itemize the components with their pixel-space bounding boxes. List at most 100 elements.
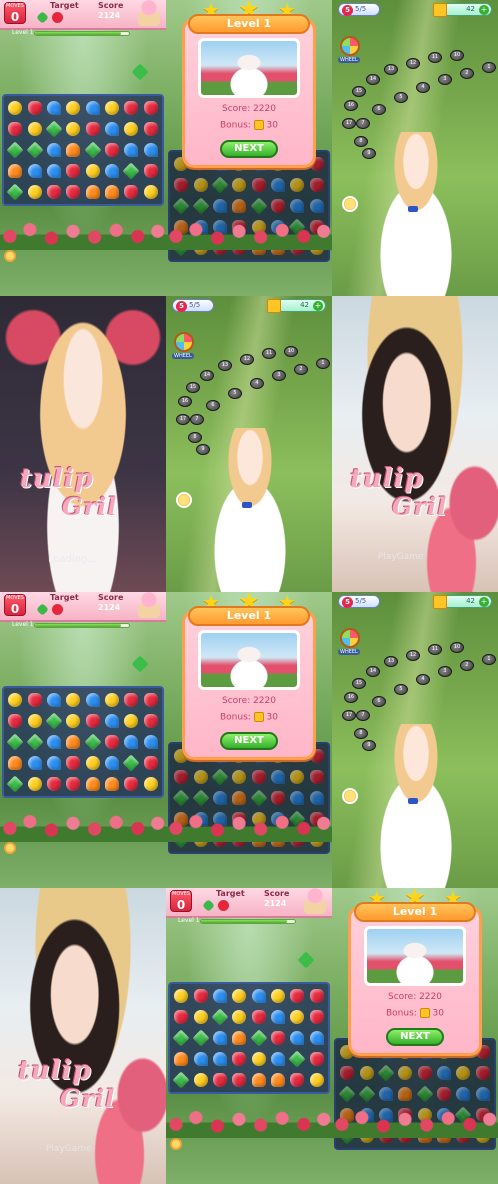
level-node[interactable]: 5 [394, 684, 408, 695]
gem-tile[interactable] [172, 1049, 190, 1069]
gem-tile[interactable] [6, 753, 24, 773]
gem-tile[interactable] [25, 98, 43, 118]
gem-tile[interactable] [142, 119, 160, 139]
gem-tile[interactable] [84, 140, 102, 160]
gem-tile[interactable] [288, 1049, 306, 1069]
gem-tile[interactable] [6, 98, 24, 118]
gem-tile[interactable] [64, 711, 82, 731]
gem-tile[interactable] [142, 774, 160, 794]
gem-tile[interactable] [288, 1028, 306, 1048]
level-node[interactable]: 4 [250, 378, 264, 389]
level-node[interactable]: 4 [416, 674, 430, 685]
gem-tile[interactable] [250, 1070, 268, 1090]
gem-tile[interactable] [6, 140, 24, 160]
next-button[interactable]: NEXT [220, 140, 278, 158]
level-node[interactable]: 17 [342, 118, 356, 129]
gem-tile[interactable] [308, 1070, 326, 1090]
level-node[interactable]: 16 [344, 100, 358, 111]
gem-tile[interactable] [230, 1070, 248, 1090]
lives-counter[interactable]: 5 5/5 [338, 3, 380, 16]
gem-tile[interactable] [64, 119, 82, 139]
gem-tile[interactable] [269, 1007, 287, 1027]
gem-tile[interactable] [25, 732, 44, 752]
gem-tile[interactable] [269, 986, 287, 1006]
level-node[interactable]: 10 [450, 50, 464, 61]
gem-tile[interactable] [269, 1070, 287, 1090]
gem-tile[interactable] [122, 140, 140, 160]
gem-tile[interactable] [211, 1070, 229, 1090]
gem-tile[interactable] [45, 753, 63, 773]
gem-tile[interactable] [6, 711, 24, 731]
gem-tile[interactable] [288, 1007, 306, 1027]
gem-tile[interactable] [6, 119, 24, 139]
level-node[interactable]: 11 [262, 348, 276, 359]
gem-tile[interactable] [45, 711, 63, 731]
gem-tile[interactable] [122, 98, 140, 118]
gem-tile[interactable] [122, 119, 140, 139]
level-node[interactable]: 13 [384, 656, 398, 667]
gem-tile[interactable] [122, 711, 140, 731]
level-node[interactable]: 7 [190, 414, 204, 425]
gem-tile[interactable] [142, 732, 160, 752]
gem-tile[interactable] [103, 182, 121, 202]
gem-tile[interactable] [45, 182, 63, 202]
level-node[interactable]: 15 [186, 382, 200, 393]
gem-tile[interactable] [6, 690, 24, 710]
level-node[interactable]: 15 [352, 86, 366, 97]
gem-tile[interactable] [308, 1049, 326, 1069]
gem-tile[interactable] [84, 732, 102, 752]
gem-tile[interactable] [103, 732, 121, 752]
level-node[interactable]: 7 [356, 710, 370, 721]
lucky-wheel-icon[interactable] [174, 332, 194, 352]
booster-icon[interactable] [4, 250, 16, 262]
level-node[interactable]: 17 [342, 710, 356, 721]
gem-tile[interactable] [230, 1007, 248, 1027]
level-node[interactable]: 14 [366, 666, 380, 677]
level-node[interactable]: 11 [428, 644, 442, 655]
add-coins-icon[interactable]: + [313, 301, 323, 311]
gem-tile[interactable] [25, 753, 43, 773]
gem-tile[interactable] [25, 140, 44, 160]
gem-tile[interactable] [103, 119, 121, 139]
coin-counter[interactable]: 42 + [433, 3, 492, 17]
gem-tile[interactable] [45, 732, 63, 752]
gem-tile[interactable] [250, 986, 268, 1006]
lucky-wheel-icon[interactable] [340, 36, 360, 56]
gem-tile[interactable] [142, 753, 160, 773]
gem-tile[interactable] [211, 1049, 229, 1069]
gem-tile[interactable] [45, 140, 63, 160]
coin-counter[interactable]: 42 + [267, 299, 326, 313]
gem-tile[interactable] [308, 986, 326, 1006]
gem-tile[interactable] [122, 161, 140, 181]
booster-icon[interactable] [4, 842, 16, 854]
gem-tile[interactable] [211, 1028, 229, 1048]
gem-tile[interactable] [230, 1028, 248, 1048]
level-node[interactable]: 11 [428, 52, 442, 63]
gem-tile[interactable] [45, 774, 63, 794]
gem-tile[interactable] [142, 98, 160, 118]
level-node[interactable]: 10 [284, 346, 298, 357]
gem-tile[interactable] [172, 986, 190, 1006]
gem-tile[interactable] [191, 1049, 209, 1069]
gift-icon[interactable] [342, 788, 358, 804]
level-node[interactable]: 14 [366, 74, 380, 85]
level-node[interactable]: 12 [240, 354, 254, 365]
gem-tile[interactable] [269, 1049, 287, 1069]
booster-icon[interactable] [170, 1138, 182, 1150]
gem-tile[interactable] [191, 986, 209, 1006]
level-node[interactable]: 13 [384, 64, 398, 75]
gem-tile[interactable] [103, 711, 121, 731]
gem-tile[interactable] [122, 690, 140, 710]
gem-tile[interactable] [308, 1028, 326, 1048]
gem-tile[interactable] [142, 711, 160, 731]
gem-tile[interactable] [64, 182, 82, 202]
gem-tile[interactable] [172, 1028, 190, 1048]
gem-tile[interactable] [269, 1028, 287, 1048]
gem-tile[interactable] [250, 1028, 268, 1048]
gem-tile[interactable] [211, 1007, 229, 1027]
gem-tile[interactable] [45, 161, 63, 181]
gem-tile[interactable] [191, 1007, 209, 1027]
level-node[interactable]: 2 [294, 364, 308, 375]
level-node[interactable]: 4 [416, 82, 430, 93]
coin-counter[interactable]: 42 + [433, 595, 492, 609]
